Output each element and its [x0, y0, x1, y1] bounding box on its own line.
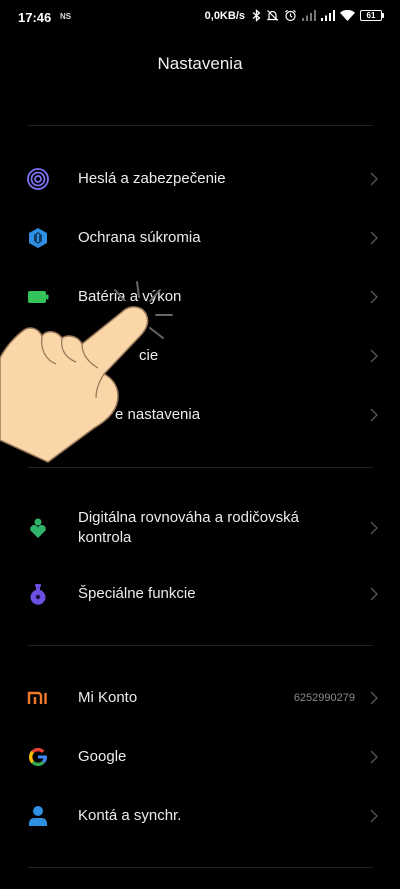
wifi-icon [340, 10, 355, 21]
settings-item-label: Mi Konto [78, 689, 138, 706]
status-net-speed: 0,0KB/s [204, 9, 245, 22]
settings-item-label: Google [78, 748, 127, 765]
settings-item-label: Kontá a synchr. [78, 807, 182, 824]
battery-indicator: 61 [360, 10, 384, 21]
bluetooth-icon [252, 9, 261, 22]
status-icons: 0,0KB/s 61 [205, 9, 384, 22]
settings-item-accounts-sync[interactable]: Kontá a synchr. [0, 787, 400, 845]
mi-logo-icon [27, 687, 49, 709]
settings-item-passwords-security[interactable]: Heslá a zabezpečenie [0, 150, 400, 208]
status-ns-label: NS [60, 12, 72, 21]
chevron-right-icon [370, 809, 380, 823]
settings-item-label: Batéria a výkon [78, 288, 182, 305]
signal-icon [321, 10, 335, 21]
chevron-right-icon [370, 691, 380, 705]
divider [28, 125, 373, 126]
chevron-right-icon [370, 172, 380, 186]
fingerprint-icon [27, 168, 49, 190]
settings-item-google[interactable]: Google [0, 728, 400, 786]
privacy-shield-icon [27, 227, 49, 249]
apps-icon [27, 345, 49, 367]
divider [28, 867, 373, 868]
mute-bell-icon [266, 9, 279, 22]
chevron-right-icon [370, 231, 380, 245]
battery-level: 61 [360, 10, 382, 21]
divider [28, 645, 373, 646]
signal-empty-icon [302, 10, 316, 21]
chevron-right-icon [370, 587, 380, 601]
divider [28, 467, 373, 468]
chevron-right-icon [370, 750, 380, 764]
settings-item-label: Digitálna rovnováha a rodičovská kontrol… [78, 509, 299, 546]
page-title: Nastavenia [157, 54, 243, 73]
settings-item-digital-wellbeing[interactable]: Digitálna rovnováha a rodičovská kontrol… [0, 498, 400, 558]
settings-item-special-features[interactable]: Špeciálne funkcie [0, 565, 400, 623]
mi-account-id: 6252990279 [293, 692, 355, 704]
settings-item-label: cie [139, 347, 159, 364]
more-settings-icon [27, 404, 49, 426]
battery-icon [27, 286, 49, 308]
chevron-right-icon [370, 408, 380, 422]
status-time: 17:46 [18, 10, 52, 25]
settings-item-more-settings[interactable]: e nastavenia [0, 386, 400, 444]
settings-item-privacy[interactable]: Ochrana súkromia [0, 209, 400, 267]
account-sync-icon [27, 805, 49, 827]
settings-item-label: e nastavenia [115, 406, 201, 423]
status-bar: 17:46 NS 0,0KB/s 61 [0, 0, 400, 36]
chevron-right-icon [370, 349, 380, 363]
special-features-icon [27, 583, 49, 605]
settings-item-label: Špeciálne funkcie [78, 585, 196, 602]
settings-item-label: Ochrana súkromia [78, 229, 201, 246]
settings-item-label: Heslá a zabezpečenie [78, 170, 226, 187]
settings-item-battery-performance[interactable]: Batéria a výkon [0, 268, 400, 326]
chevron-right-icon [370, 290, 380, 304]
alarm-clock-icon [284, 9, 297, 22]
settings-item-apps[interactable]: cie [0, 327, 400, 385]
chevron-right-icon [370, 521, 380, 535]
google-icon [27, 746, 49, 768]
digital-wellbeing-icon [27, 517, 49, 539]
settings-item-mi-account[interactable]: Mi Konto 6252990279 [0, 669, 400, 727]
